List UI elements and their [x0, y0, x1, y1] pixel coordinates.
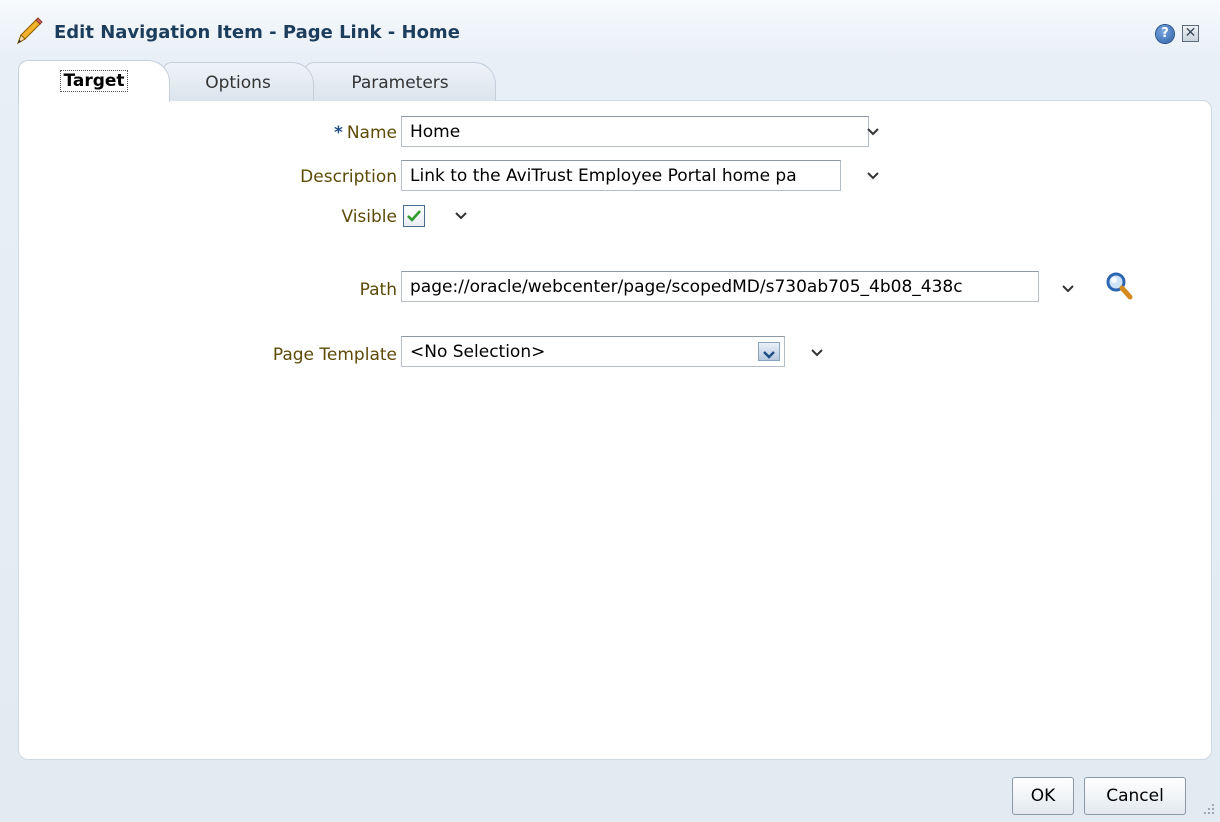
description-label-cell: Description [19, 163, 397, 193]
target-tab-panel: * Name Home Description Link to the AviTr… [18, 100, 1212, 760]
name-label-text: Name [346, 123, 397, 143]
page-template-select[interactable]: <No Selection> [401, 336, 785, 367]
dialog-title: Edit Navigation Item - Page Link - Home [54, 22, 460, 43]
visible-label-cell: Visible [19, 205, 397, 235]
tab-bar: Options Parameters Target [14, 60, 1214, 102]
path-label: Path [359, 280, 397, 300]
chevron-down-icon[interactable] [1061, 284, 1075, 294]
tab-parameters[interactable]: Parameters [304, 62, 496, 101]
chevron-down-icon[interactable] [454, 211, 468, 221]
name-label-cell: * Name [19, 119, 397, 149]
chevron-down-icon[interactable] [866, 127, 880, 137]
path-label-cell: Path [19, 278, 397, 308]
search-icon[interactable] [1105, 271, 1133, 301]
pencil-icon [17, 17, 43, 45]
visible-label: Visible [341, 207, 397, 227]
required-marker: * [333, 123, 343, 143]
tab-options-label: Options [205, 73, 271, 93]
tab-options[interactable]: Options [162, 62, 314, 101]
close-icon[interactable]: ✕ [1182, 25, 1199, 42]
tab-parameters-label: Parameters [351, 73, 449, 93]
ok-button[interactable]: OK [1012, 777, 1074, 815]
page-template-label: Page Template [272, 345, 397, 365]
resize-grip-icon[interactable] [1200, 800, 1216, 816]
cancel-button[interactable]: Cancel [1084, 777, 1186, 815]
chevron-down-icon[interactable] [866, 171, 880, 181]
description-label: Description [300, 167, 397, 187]
page-template-label-cell: Page Template [19, 343, 397, 373]
visible-checkbox[interactable] [403, 205, 425, 227]
path-input[interactable]: page://oracle/webcenter/page/scopedMD/s7… [401, 271, 1039, 302]
name-label: * Name [334, 123, 397, 143]
page-template-value: <No Selection> [410, 342, 546, 362]
description-input[interactable]: Link to the AviTrust Employee Portal hom… [401, 160, 841, 191]
select-arrow-icon[interactable] [758, 342, 780, 361]
dialog-footer: OK Cancel [0, 760, 1220, 822]
chevron-down-icon[interactable] [810, 348, 824, 358]
edit-navigation-item-dialog: Edit Navigation Item - Page Link - Home … [0, 0, 1220, 822]
checkmark-icon [407, 210, 421, 222]
tab-target-label: Target [60, 70, 128, 92]
help-icon[interactable]: ? [1156, 25, 1174, 43]
tab-target[interactable]: Target [18, 60, 170, 102]
name-input[interactable]: Home [401, 116, 869, 147]
dialog-titlebar: Edit Navigation Item - Page Link - Home … [0, 0, 1220, 60]
